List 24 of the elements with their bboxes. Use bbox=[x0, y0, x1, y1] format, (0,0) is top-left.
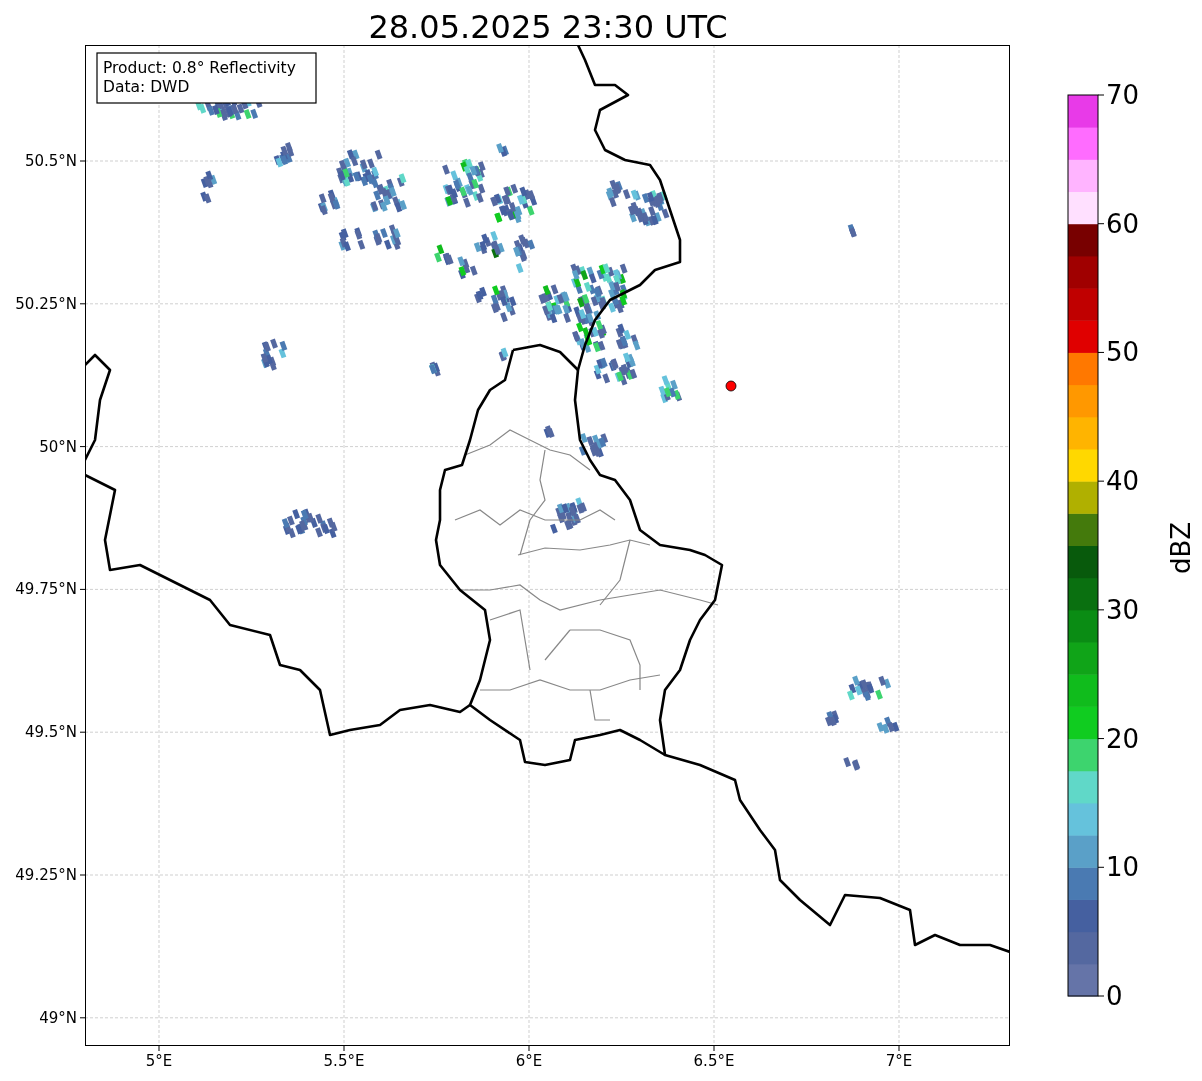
legend-text: Data: DWD bbox=[103, 78, 190, 96]
y-tick-label: 50.25°N bbox=[15, 294, 77, 313]
colorbar-tick-label: 70 bbox=[1106, 80, 1140, 110]
x-tick-label: 5.5°E bbox=[323, 1052, 365, 1070]
colorbar-tick-label: 20 bbox=[1106, 723, 1140, 754]
y-tick-label: 50°N bbox=[39, 437, 77, 456]
colorbar-tick-label: 10 bbox=[1106, 852, 1140, 883]
colorbar-tick-label: 50 bbox=[1106, 337, 1140, 368]
x-tick-label: 6°E bbox=[515, 1052, 543, 1070]
x-tick-label: 5°E bbox=[145, 1052, 173, 1070]
colorbar-tick-label: 40 bbox=[1106, 466, 1140, 497]
y-tick-label: 49°N bbox=[39, 1008, 77, 1027]
y-tick-label: 49.5°N bbox=[24, 723, 77, 742]
chart-title: 28.05.2025 23:30 UTC bbox=[368, 8, 728, 46]
x-tick-label: 6.5°E bbox=[693, 1052, 735, 1070]
x-tick-label: 7°E bbox=[885, 1052, 913, 1070]
colorbar-tick-label: 60 bbox=[1106, 208, 1140, 239]
y-tick-label: 49.75°N bbox=[15, 580, 77, 599]
y-tick-label: 50.5°N bbox=[24, 152, 77, 170]
y-tick-label: 49.25°N bbox=[15, 866, 77, 884]
colorbar-tick-label: 0 bbox=[1106, 981, 1123, 1011]
legend-text: Product: 0.8° Reflectivity bbox=[103, 59, 296, 77]
colorbar-tick-label: 30 bbox=[1106, 594, 1140, 625]
colorbar-label: dBZ bbox=[1166, 521, 1196, 575]
